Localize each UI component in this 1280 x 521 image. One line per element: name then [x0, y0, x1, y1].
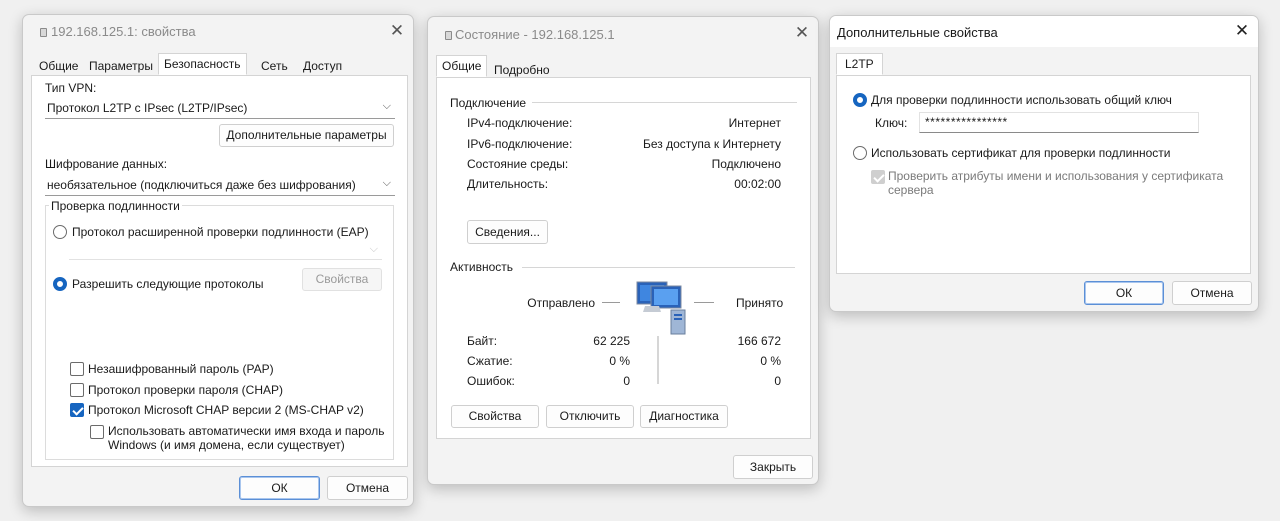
- properties-button[interactable]: Свойства: [451, 405, 539, 428]
- ok-button[interactable]: ОК: [239, 476, 320, 500]
- duration-label: Длительность:: [467, 177, 549, 191]
- sent-label: Отправлено: [527, 296, 595, 310]
- activity-divider: [522, 267, 795, 268]
- verify-attributes-checkbox[interactable]: [871, 170, 885, 184]
- eap-radio-label: Протокол расширенной проверки подлинност…: [72, 225, 369, 239]
- ipv6-label: IPv6-подключение:: [467, 137, 573, 151]
- bytes-sent: 62 225: [593, 334, 630, 348]
- window-app-icon: [40, 28, 47, 37]
- auto-login-label-line2: Windows (и имя домена, если существует): [108, 438, 345, 452]
- chevron-down-icon: ⌵: [369, 243, 378, 255]
- key-input[interactable]: ****************: [919, 112, 1199, 133]
- chap-checkbox[interactable]: [70, 383, 84, 397]
- l2tp-panel: Для проверки подлинности использовать об…: [836, 75, 1251, 274]
- bytes-received: 166 672: [737, 334, 781, 348]
- errors-label: Ошибок:: [467, 374, 515, 388]
- advanced-settings-button[interactable]: Дополнительные параметры: [219, 124, 394, 147]
- disconnect-button[interactable]: Отключить: [546, 405, 634, 428]
- received-label: Принято: [736, 296, 784, 310]
- ipv4-value: Интернет: [728, 116, 781, 130]
- key-label: Ключ:: [875, 116, 908, 130]
- received-line: [694, 302, 714, 303]
- tab-network[interactable]: Сеть: [255, 55, 294, 77]
- cancel-button[interactable]: Отмена: [327, 476, 408, 500]
- duration-value: 00:02:00: [734, 177, 781, 191]
- advanced-properties-window: Дополнительные свойства ✕ L2TP Для прове…: [829, 15, 1259, 312]
- eap-radio[interactable]: [53, 225, 67, 239]
- close-button[interactable]: Закрыть: [733, 455, 813, 479]
- auto-login-checkbox[interactable]: [90, 425, 104, 439]
- close-icon[interactable]: ✕: [790, 22, 814, 44]
- psk-radio[interactable]: [853, 93, 867, 107]
- encryption-label: Шифрование данных:: [45, 157, 168, 171]
- advanced-titlebar: Дополнительные свойства ✕: [830, 16, 1258, 47]
- status-panel: Подключение IPv4-подключение: Интернет I…: [436, 77, 811, 439]
- encryption-value: необязательное (подключиться даже без ши…: [47, 178, 356, 192]
- pap-checkbox[interactable]: [70, 362, 84, 376]
- key-value: ****************: [925, 115, 1008, 129]
- mschap-label: Протокол Microsoft CHAP версии 2 (MS-CHA…: [88, 403, 364, 417]
- bytes-label: Байт:: [467, 334, 498, 348]
- psk-radio-label: Для проверки подлинности использовать об…: [871, 93, 1172, 107]
- compression-sent: 0 %: [609, 354, 630, 368]
- media-state-value: Подключено: [711, 157, 781, 171]
- tab-general[interactable]: Общие: [436, 55, 488, 77]
- ipv6-value: Без доступа к Интернету: [642, 137, 781, 151]
- status-titlebar: Состояние - 192.168.125.1 ✕: [428, 17, 818, 49]
- allow-protocols-radio[interactable]: [53, 277, 67, 291]
- tab-security[interactable]: Безопасность: [158, 53, 247, 75]
- verify-attributes-label-line1: Проверить атрибуты имени и использования…: [888, 169, 1224, 183]
- window-title: 192.168.125.1: свойства: [51, 24, 196, 39]
- connection-header: Подключение: [450, 96, 527, 110]
- tab-strip: Общие Параметры Безопасность Сеть Доступ: [31, 53, 411, 76]
- ok-button[interactable]: ОК: [1084, 281, 1164, 305]
- security-panel: Тип VPN: Протокол L2TP с IPsec (L2TP/IPs…: [31, 75, 408, 467]
- close-icon[interactable]: ✕: [385, 20, 409, 42]
- status-window: Состояние - 192.168.125.1 ✕ Общие Подроб…: [427, 16, 819, 485]
- activity-header: Активность: [450, 260, 514, 274]
- certificate-radio-label: Использовать сертификат для проверки под…: [871, 146, 1171, 160]
- window-title: Дополнительные свойства: [837, 25, 998, 40]
- vpn-type-label: Тип VPN:: [45, 81, 97, 95]
- diagnostics-button[interactable]: Диагностика: [640, 405, 728, 428]
- compression-received: 0 %: [760, 354, 781, 368]
- errors-sent: 0: [623, 374, 630, 388]
- network-computers-icon: [636, 281, 686, 335]
- window-app-icon: [445, 31, 452, 40]
- tab-strip: L2TP: [836, 53, 1256, 76]
- vpn-properties-titlebar: 192.168.125.1: свойства ✕: [23, 15, 413, 47]
- chap-label: Протокол проверки пароля (CHAP): [88, 383, 284, 397]
- vpn-type-value: Протокол L2TP с IPsec (L2TP/IPsec): [47, 101, 248, 115]
- tab-strip: Общие Подробно: [436, 55, 816, 78]
- connection-divider: [532, 102, 797, 103]
- certificate-radio[interactable]: [853, 146, 867, 160]
- auto-login-label-line1: Использовать автоматически имя входа и п…: [108, 424, 385, 438]
- encryption-select[interactable]: необязательное (подключиться даже без ши…: [45, 174, 395, 196]
- sent-line: [602, 302, 620, 303]
- activity-separator: [657, 336, 659, 384]
- compression-label: Сжатие:: [467, 354, 513, 368]
- errors-received: 0: [774, 374, 781, 388]
- cancel-button[interactable]: Отмена: [1172, 281, 1252, 305]
- window-title: Состояние - 192.168.125.1: [455, 27, 615, 42]
- chevron-down-icon: ⌵: [382, 177, 391, 189]
- verify-attributes-label-line2: сервера: [888, 183, 934, 197]
- auth-group-title: Проверка подлинности: [49, 199, 182, 213]
- details-button[interactable]: Сведения...: [467, 220, 548, 244]
- tab-options[interactable]: Параметры: [83, 55, 159, 77]
- ipv4-label: IPv4-подключение:: [467, 116, 573, 130]
- close-icon[interactable]: ✕: [1230, 20, 1254, 42]
- allow-protocols-label: Разрешить следующие протоколы: [72, 277, 264, 291]
- chevron-down-icon: ⌵: [382, 100, 391, 112]
- tab-sharing[interactable]: Доступ: [297, 55, 348, 77]
- mschap-checkbox[interactable]: [70, 403, 84, 417]
- protocol-properties-button[interactable]: Свойства: [302, 268, 382, 291]
- eap-method-select: ⌵: [69, 240, 382, 260]
- media-state-label: Состояние среды:: [467, 157, 569, 171]
- tab-l2tp[interactable]: L2TP: [836, 53, 883, 75]
- vpn-properties-window: 192.168.125.1: свойства ✕ Общие Параметр…: [22, 14, 414, 507]
- vpn-type-select[interactable]: Протокол L2TP с IPsec (L2TP/IPsec) ⌵: [45, 97, 395, 119]
- tab-general[interactable]: Общие: [33, 55, 84, 77]
- pap-label: Незашифрованный пароль (PAP): [88, 362, 274, 376]
